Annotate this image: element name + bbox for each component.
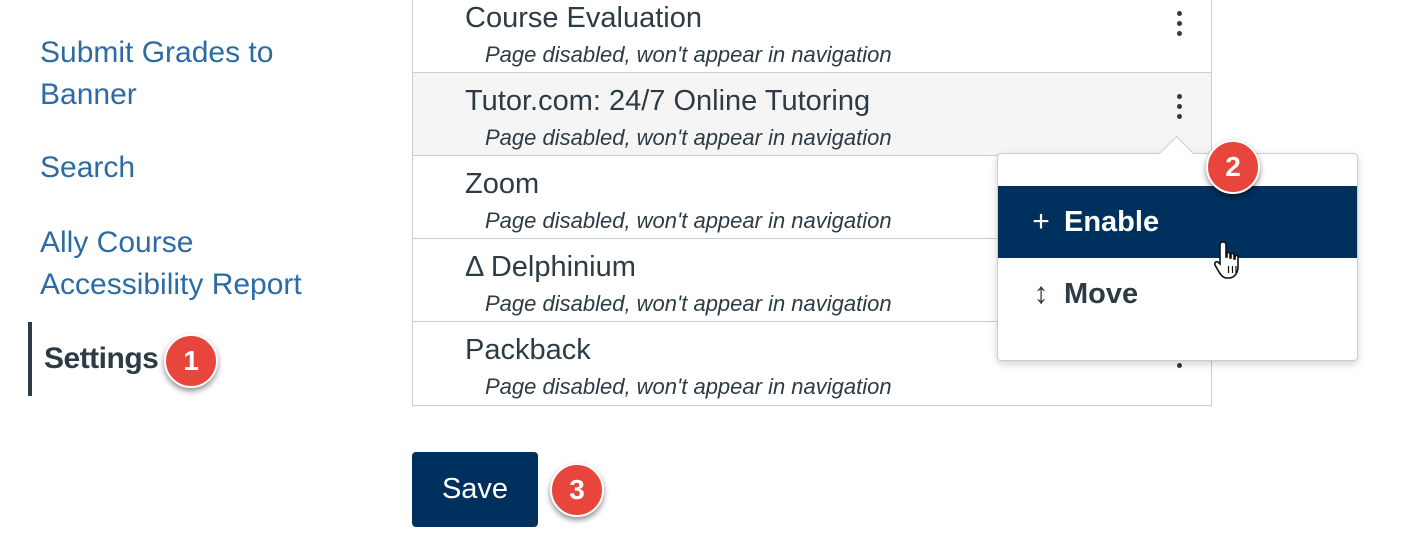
page-status: Page disabled, won't appear in navigatio… [485, 42, 892, 67]
callout-badge-3: 3 [550, 463, 604, 517]
page-title: Zoom [465, 168, 540, 200]
nav-link-settings[interactable]: Settings [28, 322, 159, 396]
list-item[interactable]: Course Evaluation Page disabled, won't a… [413, 0, 1211, 73]
plus-icon: + [1032, 205, 1050, 238]
list-item[interactable]: Tutor.com: 24/7 Online Tutoring Page dis… [413, 73, 1211, 156]
page-status: Page disabled, won't appear in navigatio… [485, 374, 892, 399]
nav-link-ally-line2: Accessibility Report [40, 268, 302, 301]
move-arrows-icon: ↕ [1033, 277, 1049, 310]
page-status: Page disabled, won't appear in navigatio… [485, 291, 892, 316]
page-options-menu: + Enable ↕ Move [997, 135, 1358, 361]
hand-pointer-cursor-icon [1214, 241, 1239, 279]
page-title: Course Evaluation [465, 2, 702, 34]
course-navigation: Submit Grades to Banner Search Ally Cour… [0, 0, 400, 554]
nav-link-search[interactable]: Search [40, 147, 135, 189]
callout-badge-1: 1 [164, 334, 218, 388]
save-button[interactable]: Save [412, 452, 538, 527]
enable-menu-item[interactable]: + Enable [998, 186, 1357, 258]
enable-label: Enable [1064, 205, 1160, 238]
nav-link-ally-report[interactable]: Ally Course Accessibility Report [40, 222, 302, 306]
more-options-icon[interactable] [1169, 91, 1189, 131]
nav-link-submit-grades[interactable]: Submit Grades to Banner [40, 32, 273, 116]
more-options-icon[interactable] [1169, 8, 1189, 48]
nav-settings-label: Settings [44, 342, 159, 375]
page-title: Tutor.com: 24/7 Online Tutoring [465, 85, 871, 117]
nav-link-submit-grades-line1: Submit Grades to [40, 36, 274, 69]
move-label: Move [1064, 277, 1139, 310]
page-title: Packback [465, 334, 591, 366]
page-status: Page disabled, won't appear in navigatio… [485, 125, 892, 150]
page-status: Page disabled, won't appear in navigatio… [485, 208, 892, 233]
move-menu-item[interactable]: ↕ Move [998, 258, 1357, 330]
nav-link-ally-line1: Ally Course [40, 226, 194, 259]
nav-link-submit-grades-line2: Banner [40, 78, 137, 111]
callout-badge-2: 2 [1206, 140, 1260, 194]
page-title: Δ Delphinium [465, 251, 636, 283]
course-settings-page: Submit Grades to Banner Search Ally Cour… [0, 0, 1404, 554]
